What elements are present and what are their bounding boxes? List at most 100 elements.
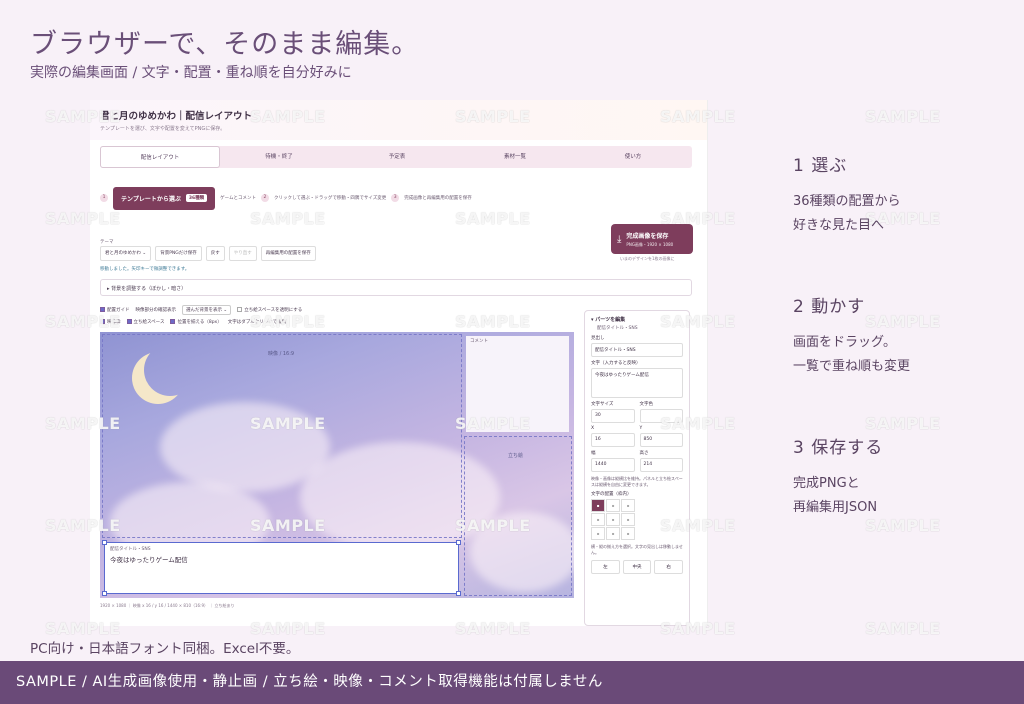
watermark: SAMPLE	[865, 619, 941, 638]
heading-input[interactable]: 配信タイトル・SNS	[591, 343, 683, 357]
title-element[interactable]	[104, 542, 459, 594]
app-title: 君と月のゆめかわ｜配信レイアウト	[100, 111, 253, 122]
align-cell[interactable]: ▪	[621, 527, 635, 540]
watermark: SAMPLE	[45, 107, 121, 126]
tab-layout[interactable]: 配信レイアウト	[100, 146, 220, 168]
comment-zone-label: コメント	[470, 339, 488, 344]
layout-canvas[interactable]: 映像 / 16:9 コメント 立ち絵 配信タイトル・SNS 今夜はゆったりゲーム…	[100, 332, 574, 598]
tab-howto[interactable]: 使い方	[574, 146, 692, 168]
font-size-input[interactable]: 30	[591, 409, 635, 423]
resize-handle[interactable]	[456, 540, 461, 545]
align-left-button[interactable]: 左	[591, 560, 620, 574]
feature-3: 3 保存する 完成PNGと 再編集用JSON	[793, 433, 883, 520]
align-cell[interactable]: ▪	[606, 513, 620, 526]
tab-schedule[interactable]: 予定表	[338, 146, 456, 168]
text-input[interactable]: 今夜はゆったりゲーム配信	[591, 368, 683, 398]
align-center-button[interactable]: 中央	[622, 560, 652, 574]
watermark: SAMPLE	[250, 312, 326, 331]
feature-title: 2 動かす	[793, 297, 866, 317]
resize-handle[interactable]	[456, 591, 461, 596]
step-2-text: クリックして選ぶ・ドラッグで移動・四隅でサイズ変更	[273, 196, 387, 201]
align-cell[interactable]: ▪	[606, 499, 620, 512]
watermark: SAMPLE	[250, 209, 326, 228]
watermark: SAMPLE	[250, 107, 326, 126]
watermark: SAMPLE	[455, 209, 531, 228]
snap-checkbox[interactable]: 位置を揃える（8px）	[170, 319, 222, 325]
heading-label: 見出し	[591, 336, 605, 341]
align-cell[interactable]: ▪	[621, 499, 635, 512]
undo-button[interactable]: 戻す	[205, 246, 225, 261]
watermark: SAMPLE	[45, 209, 121, 228]
align-cell[interactable]: ▪	[591, 513, 605, 526]
feature-title: 1 選ぶ	[793, 156, 848, 176]
tab-bar: 配信レイアウト 待機・終了 予定表 素材一覧 使い方	[100, 146, 692, 168]
title-element-label: 配信タイトル・SNS	[110, 547, 151, 552]
resize-handle[interactable]	[102, 540, 107, 545]
save-layout-button[interactable]: 再編集用の配置を保存	[260, 246, 316, 261]
resize-handle[interactable]	[102, 591, 107, 596]
align-cell[interactable]: ▪	[591, 499, 605, 512]
watermark: SAMPLE	[865, 107, 941, 126]
bg-adjust-toggle[interactable]: ▸ 背景を調整する（ぼかし・暗さ）	[100, 279, 692, 296]
y-input[interactable]: 850	[639, 433, 683, 447]
watermark: SAMPLE	[45, 312, 121, 331]
theme-select[interactable]: 君と月のゆめかわ ⌄	[100, 246, 152, 261]
watermark: SAMPLE	[660, 209, 736, 228]
feature-desc: 完成PNGと	[793, 476, 860, 491]
watermark: SAMPLE	[250, 516, 326, 535]
watermark: SAMPLE	[250, 619, 326, 638]
font-size-label: 文字サイズ	[591, 402, 614, 407]
feature-desc: 36種類の配置から	[793, 194, 901, 209]
step-bar: 1 テンプレートから選ぶ 36種類 ゲームとコメント 2 クリックして選ぶ・ドラ…	[100, 186, 700, 210]
template-count-badge: 36種類	[185, 194, 208, 202]
align-cell[interactable]: ▪	[591, 527, 605, 540]
align-note: 横・縦の揃え方を選択。文字の見出しは移動しません。	[591, 544, 683, 555]
save-note: いまのデザインを1枚の画像に	[620, 256, 675, 261]
status-message: 移動しました。矢印キーで微調整できます。	[100, 267, 190, 272]
height-label: 高さ	[639, 451, 649, 456]
pc-note: PC向け・日本語フォント同梱。Excel不要。	[30, 641, 300, 657]
step-number: 2	[260, 194, 269, 202]
canvas-status: 1920 × 1080 ｜ 映像 x 16 / y 16 / 1440 × 81…	[100, 603, 235, 608]
text-label: 文字（入力すると反映）	[591, 361, 641, 366]
align-cell[interactable]: ▪	[606, 527, 620, 540]
page-subtitle: 実際の編集画面 / 文字・配置・重ね順を自分好みに	[30, 65, 352, 81]
template-button[interactable]: テンプレートから選ぶ 36種類	[113, 186, 216, 210]
width-input[interactable]: 1440	[591, 458, 635, 472]
watermark: SAMPLE	[660, 312, 736, 331]
width-label: 幅	[591, 451, 596, 456]
watermark: SAMPLE	[45, 516, 121, 535]
step-number: 1	[100, 194, 108, 202]
parts-edit-panel: ▾ パーツを編集 配信タイトル・SNS 見出し 配信タイトル・SNS 文字（入力…	[584, 310, 690, 626]
footer-banner: SAMPLE / AI生成画像使用・静止画 / 立ち絵・映像・コメント取得機能は…	[0, 661, 1024, 704]
watermark: SAMPLE	[455, 414, 531, 433]
watermark: SAMPLE	[455, 312, 531, 331]
bg-png-save-button[interactable]: 背景PNGだけ保存	[155, 246, 202, 261]
watermark: SAMPLE	[45, 414, 121, 433]
redo-button[interactable]: やり直す	[228, 246, 257, 261]
video-check-label: 映像部分の確認表示	[135, 308, 177, 313]
bg-select[interactable]: 選んだ背景を表示 ⌄	[182, 305, 232, 315]
save-image-button[interactable]: ⤓ 完成画像を保存 PNG画像・1920 × 1080	[611, 224, 693, 254]
tab-standby[interactable]: 待機・終了	[220, 146, 338, 168]
x-input[interactable]: 16	[591, 433, 635, 447]
video-zone[interactable]	[102, 334, 462, 538]
x-label: X	[591, 426, 595, 431]
height-input[interactable]: 214	[639, 458, 683, 472]
save-image-spec: PNG画像・1920 × 1080	[626, 241, 674, 247]
standing-zone-label: 立ち絵	[508, 453, 524, 459]
tab-materials[interactable]: 素材一覧	[456, 146, 574, 168]
step-game-comment: ゲームとコメント	[220, 196, 256, 201]
standing-space-checkbox[interactable]: 立ち絵スペース	[126, 319, 164, 325]
watermark: SAMPLE	[45, 619, 121, 638]
watermark: SAMPLE	[250, 414, 326, 433]
align-cell[interactable]: ▪	[621, 513, 635, 526]
watermark: SAMPLE	[455, 516, 531, 535]
align-right-button[interactable]: 右	[654, 560, 684, 574]
feature-desc: 一覧で重ね順も変更	[793, 359, 911, 374]
color-label: 文字色	[639, 402, 654, 407]
watermark: SAMPLE	[865, 414, 941, 433]
toolbar: 君と月のゆめかわ ⌄ 背景PNGだけ保存 戻す やり直す 再編集用の配置を保存	[100, 246, 316, 261]
feature-desc: 画面をドラッグ。	[793, 335, 896, 350]
watermark: SAMPLE	[455, 107, 531, 126]
